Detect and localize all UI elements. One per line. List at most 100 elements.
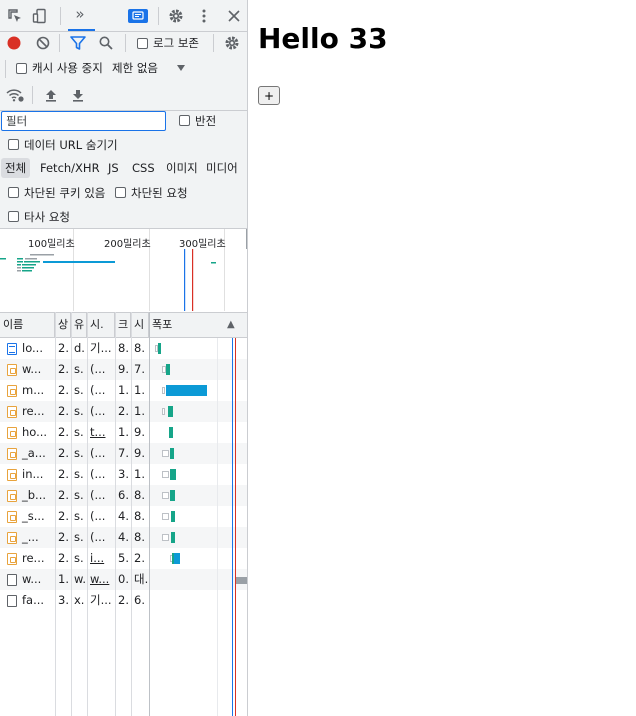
filter-icon[interactable] xyxy=(68,33,88,53)
cell-size: 7. xyxy=(118,446,129,460)
caret-down-icon[interactable] xyxy=(171,58,191,78)
table-row[interactable]: _b... 2. s. (... 6. 8. xyxy=(0,485,247,506)
column-divider[interactable] xyxy=(131,312,132,716)
column-header-waterfall[interactable]: 폭포 xyxy=(149,313,224,337)
cell-size: 5. xyxy=(118,551,129,565)
requests-table-header: 이름 상 유 시. 크 시 폭포 ▲ xyxy=(0,312,247,338)
third-party-checkbox[interactable] xyxy=(8,211,19,222)
cell-type: d. xyxy=(74,341,85,355)
third-party-label: 타사 요청 xyxy=(24,210,70,224)
table-row[interactable]: ho... 2. s. t... 1. 9. xyxy=(0,422,247,443)
close-icon[interactable] xyxy=(224,6,244,26)
type-filter-images[interactable]: 이미지 xyxy=(162,158,202,178)
column-header-initiator[interactable]: 시. xyxy=(87,313,115,337)
table-row[interactable]: fa... 3. x. 기... 2. 6. xyxy=(0,590,247,611)
network-conditions-icon[interactable] xyxy=(5,85,25,105)
table-row[interactable]: in... 2. s. (... 3. 1. xyxy=(0,464,247,485)
column-divider[interactable] xyxy=(71,312,72,716)
table-row[interactable]: re... 2. s. (... 2. 1. xyxy=(0,401,247,422)
inspect-icon[interactable] xyxy=(5,6,25,26)
table-row[interactable]: m... 2. s. (... 1. 1. xyxy=(0,380,247,401)
throttling-select[interactable]: 제한 없음 xyxy=(112,60,158,76)
record-icon[interactable] xyxy=(4,33,24,53)
column-divider[interactable] xyxy=(87,312,88,716)
cell-time: 1. xyxy=(134,383,145,397)
clear-icon[interactable] xyxy=(33,33,53,53)
column-header-status[interactable]: 상 xyxy=(55,313,71,337)
preserve-log-checkbox[interactable] xyxy=(137,38,148,49)
script-file-icon xyxy=(7,427,17,439)
toolbar-divider xyxy=(5,60,6,78)
search-icon[interactable] xyxy=(96,33,116,53)
column-header-time[interactable]: 시 xyxy=(131,313,149,337)
invert-checkbox[interactable] xyxy=(179,115,190,126)
disable-cache-checkbox[interactable] xyxy=(16,63,27,74)
column-divider[interactable] xyxy=(149,312,150,716)
cell-initiator: (... xyxy=(90,530,106,544)
cell-initiator: (... xyxy=(90,467,106,481)
cell-type: x. xyxy=(74,593,85,607)
cell-time: 9. xyxy=(134,425,145,439)
cell-status: 2. xyxy=(58,446,69,460)
script-file-icon xyxy=(7,448,17,460)
column-divider[interactable] xyxy=(55,312,56,716)
waterfall-gridline xyxy=(217,338,218,716)
cell-initiator: (... xyxy=(90,488,106,502)
download-icon[interactable] xyxy=(68,85,88,105)
load-event-line xyxy=(235,338,236,716)
waterfall-queue-bar xyxy=(162,492,169,499)
cell-name: re... xyxy=(22,404,45,418)
toolbar-divider xyxy=(158,7,159,25)
page-content: Hello 33 + xyxy=(249,0,636,716)
table-row[interactable]: _s... 2. s. (... 4. 8. xyxy=(0,506,247,527)
cell-initiator: (... xyxy=(90,362,106,376)
upload-icon[interactable] xyxy=(41,85,61,105)
waterfall-queue-bar xyxy=(162,534,169,541)
table-row[interactable]: _a... 2. s. (... 7. 9. xyxy=(0,443,247,464)
cell-time: 1. xyxy=(134,404,145,418)
column-header-size[interactable]: 크 xyxy=(115,313,131,337)
device-toggle-icon[interactable] xyxy=(30,6,50,26)
kebab-menu-icon[interactable] xyxy=(194,6,214,26)
cell-initiator: (... xyxy=(90,404,106,418)
increment-button[interactable]: + xyxy=(258,86,280,105)
type-filter-fetch-xhr[interactable]: Fetch/XHR xyxy=(36,158,104,178)
blocked-cookies-checkbox[interactable] xyxy=(8,187,19,198)
waterfall-queue-bar xyxy=(162,408,165,415)
blocked-requests-checkbox[interactable] xyxy=(115,187,126,198)
overview-activity-graph xyxy=(0,229,247,311)
column-header-type[interactable]: 유 xyxy=(71,313,87,337)
hide-data-urls-checkbox[interactable] xyxy=(8,139,19,150)
cell-type: s. xyxy=(74,488,84,502)
table-row[interactable]: w... 2. s. (... 9. 7. xyxy=(0,359,247,380)
console-messages-icon[interactable] xyxy=(126,6,150,26)
type-filter-js[interactable]: JS xyxy=(104,158,123,178)
cell-size: 8. xyxy=(118,341,129,355)
table-row[interactable]: re... 2. s. i... 5. 2. xyxy=(0,548,247,569)
waterfall-waiting-bar xyxy=(171,511,175,522)
type-filter-all[interactable]: 전체 xyxy=(1,158,31,178)
devtools-panel: » 로그 보존 캐시 사용 중지 제한 없음 필터 반전 데이터 URL 숨기기… xyxy=(0,0,248,716)
table-row[interactable]: _... 2. s. (... 4. 8. xyxy=(0,527,247,548)
sort-ascending-icon[interactable]: ▲ xyxy=(224,313,246,337)
settings-icon[interactable] xyxy=(166,6,186,26)
type-filter-media[interactable]: 미디어 xyxy=(202,158,242,178)
network-settings-icon[interactable] xyxy=(222,33,242,53)
cell-initiator: (... xyxy=(90,383,106,397)
chevron-double-right-icon[interactable]: » xyxy=(70,4,90,24)
cell-name: w... xyxy=(22,572,42,586)
table-row[interactable]: w... 1. w. w... 0. 대. xyxy=(0,569,247,590)
cell-status: 2. xyxy=(58,383,69,397)
cell-name: in... xyxy=(22,467,44,481)
script-file-icon xyxy=(7,490,17,502)
column-divider[interactable] xyxy=(115,312,116,716)
cell-status: 2. xyxy=(58,362,69,376)
cell-size: 3. xyxy=(118,467,129,481)
cell-name: _a... xyxy=(22,446,46,460)
column-header-name[interactable]: 이름 xyxy=(0,313,55,337)
filter-input[interactable] xyxy=(1,111,166,131)
cell-size: 4. xyxy=(118,509,129,523)
type-filter-css[interactable]: CSS xyxy=(128,158,159,178)
table-row[interactable]: lo... 2. d. 기... 8. 8. xyxy=(0,338,247,359)
network-overview[interactable]: 100밀리초 200밀리초 300밀리초 xyxy=(0,229,247,311)
